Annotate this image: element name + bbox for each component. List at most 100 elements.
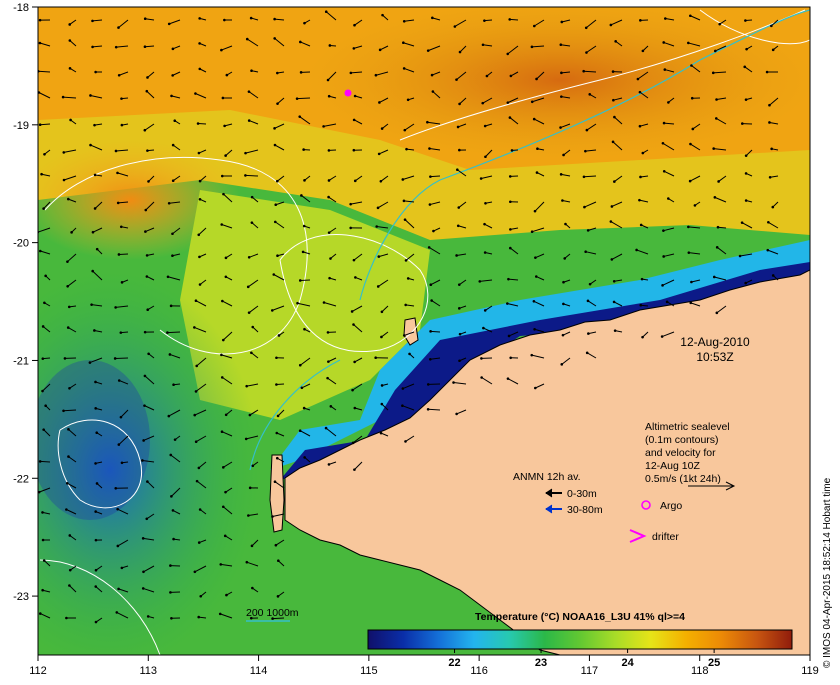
velocity-arrow-head xyxy=(42,428,45,431)
velocity-arrow-head xyxy=(144,17,147,20)
velocity-arrow-head xyxy=(221,300,224,303)
velocity-arrow-head xyxy=(94,71,97,74)
velocity-arrow-head xyxy=(378,101,381,104)
velocity-arrow-head xyxy=(378,153,381,156)
velocity-arrow-head xyxy=(274,221,277,224)
velocity-arrow-head xyxy=(563,257,566,260)
velocity-arrow-head xyxy=(354,407,357,410)
lat-tick-label: -18 xyxy=(13,2,29,14)
velocity-arrow-head xyxy=(353,468,356,471)
velocity-arrow xyxy=(245,175,258,176)
velocity-arrow-head xyxy=(533,25,536,28)
velocity-arrow-head xyxy=(353,47,356,50)
velocity-arrow-head xyxy=(94,510,97,513)
velocity-arrow-head xyxy=(587,332,590,335)
velocity-arrow-head xyxy=(198,42,201,45)
velocity-arrow-head xyxy=(196,480,199,483)
velocity-arrow-head xyxy=(352,323,355,326)
velocity-arrow-head xyxy=(197,122,200,125)
velocity-arrow-head xyxy=(276,180,279,183)
velocity-arrow-head xyxy=(146,275,149,278)
velocity-arrow-head xyxy=(94,207,97,210)
velocity-arrow-head xyxy=(93,329,96,332)
velocity-arrow-head xyxy=(662,41,665,44)
velocity-arrow xyxy=(40,124,50,125)
velocity-arrow-head xyxy=(638,199,641,202)
velocity-arrow-head xyxy=(610,24,613,27)
velocity-arrow-head xyxy=(507,101,510,104)
velocity-arrow-head xyxy=(687,42,690,45)
velocity-arrow-head xyxy=(221,376,224,379)
anmn-deep-label: 30-80m xyxy=(567,504,603,516)
velocity-arrow-head xyxy=(771,206,774,209)
velocity-arrow-head xyxy=(172,179,175,182)
velocity-arrow-head xyxy=(562,334,565,337)
velocity-arrow xyxy=(430,176,440,177)
velocity-arrow-head xyxy=(374,356,377,359)
velocity-arrow-head xyxy=(199,180,202,183)
velocity-arrow-head xyxy=(299,429,302,432)
velocity-arrow-head xyxy=(353,361,356,364)
velocity-arrow-head xyxy=(300,194,303,197)
velocity-arrow-head xyxy=(456,168,459,171)
velocity-arrow-head xyxy=(326,377,329,380)
velocity-arrow-head xyxy=(303,225,306,228)
velocity-arrow-head xyxy=(146,76,149,79)
velocity-arrow-head xyxy=(94,381,97,384)
velocity-arrow-head xyxy=(381,127,384,130)
velocity-arrow-head xyxy=(143,404,146,407)
velocity-arrow-head xyxy=(509,356,512,359)
velocity-arrow-head xyxy=(407,277,410,280)
velocity-arrow-head xyxy=(768,104,771,107)
velocity-arrow-head xyxy=(222,193,225,196)
cool-core-sw xyxy=(30,360,150,520)
velocity-arrow-head xyxy=(690,64,693,67)
velocity-arrow-head xyxy=(275,356,278,359)
velocity-arrow-head xyxy=(403,20,406,23)
velocity-arrow-head xyxy=(408,353,411,356)
velocity-arrow-head xyxy=(381,403,384,406)
velocity-arrow-head xyxy=(197,616,200,619)
velocity-arrow-head xyxy=(661,284,664,287)
velocity-arrow-head xyxy=(224,535,227,538)
velocity-arrow-head xyxy=(120,97,123,100)
velocity-arrow-head xyxy=(509,228,512,231)
velocity-arrow-head xyxy=(613,280,616,283)
velocity-arrow-head xyxy=(583,206,586,209)
velocity-arrow-head xyxy=(639,304,642,307)
velocity-arrow-head xyxy=(404,440,407,443)
velocity-arrow-head xyxy=(199,283,202,286)
velocity-arrow-head xyxy=(403,200,406,203)
velocity-arrow-head xyxy=(452,381,455,384)
velocity-arrow-head xyxy=(275,383,278,386)
velocity-arrow-head xyxy=(244,152,247,155)
velocity-arrow-head xyxy=(91,46,94,49)
velocity-arrow-head xyxy=(458,149,461,152)
velocity-arrow-head xyxy=(745,98,748,101)
velocity-arrow-head xyxy=(744,19,747,22)
altimetry-line1: Altimetric sealevel xyxy=(645,421,730,433)
velocity-arrow-head xyxy=(41,511,44,514)
velocity-arrow-head xyxy=(225,594,228,597)
velocity-arrow-head xyxy=(44,404,47,407)
velocity-arrow-head xyxy=(689,180,692,183)
argo-label: Argo xyxy=(660,500,682,512)
velocity-arrow-head xyxy=(166,331,169,334)
velocity-arrow xyxy=(167,332,180,333)
velocity-arrow-head xyxy=(170,305,173,308)
velocity-arrow-head xyxy=(689,143,692,146)
velocity-arrow-head xyxy=(328,277,331,280)
velocity-arrow xyxy=(428,409,440,410)
velocity-arrow-head xyxy=(221,430,224,433)
velocity-arrow-head xyxy=(560,363,563,366)
velocity-arrow-head xyxy=(560,72,563,75)
velocity-arrow-head xyxy=(484,251,487,254)
velocity-arrow-head xyxy=(353,119,356,122)
velocity-arrow-head xyxy=(767,221,770,224)
velocity-arrow-head xyxy=(303,456,306,459)
velocity-arrow-head xyxy=(534,387,537,390)
velocity-arrow-head xyxy=(39,612,42,615)
velocity-arrow-head xyxy=(66,482,69,485)
velocity-arrow-head xyxy=(199,198,202,201)
velocity-arrow-head xyxy=(298,115,301,118)
